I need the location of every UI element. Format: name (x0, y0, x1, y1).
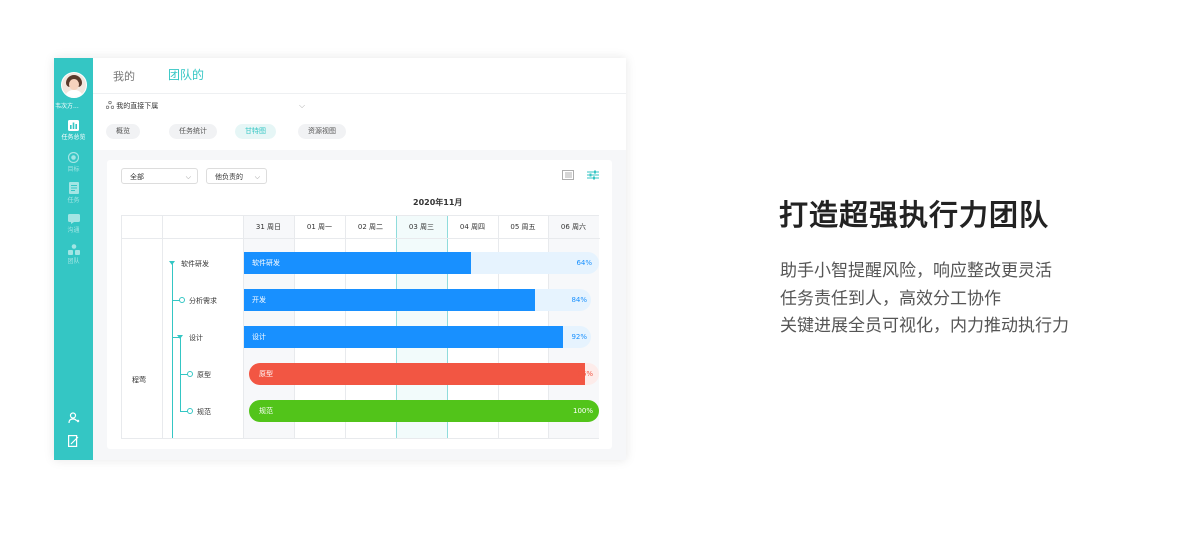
chevron-down-icon: ⌵ (185, 173, 191, 181)
org-icon (105, 100, 115, 109)
day-header: 01 周一 (306, 223, 333, 231)
pill-task-stats[interactable]: 任务统计 (169, 124, 217, 139)
gantt-month: 2020年11月 (413, 198, 463, 207)
user-add-button[interactable] (54, 409, 93, 428)
tab-mine[interactable]: 我的 (113, 68, 135, 84)
sidebar-item-team[interactable]: 团队 (54, 244, 93, 265)
sidebar-item-chat[interactable]: 沟通 (54, 214, 93, 234)
subordinate-select[interactable]: 我的直接下属 ⌵ (105, 100, 305, 111)
task-progress-percent: 96% (577, 370, 593, 378)
task-name[interactable]: 规范 (197, 407, 211, 417)
task-progress-percent: 92% (571, 333, 587, 341)
list-view-icon[interactable] (562, 170, 574, 180)
subordinate-select-value: 我的直接下属 (116, 102, 159, 110)
divider (93, 93, 626, 94)
bar-chart-icon (68, 120, 79, 131)
task-bar[interactable] (249, 363, 585, 385)
description-line: 关键进展全员可视化，内力推动执行力 (780, 316, 1069, 336)
chat-icon (67, 214, 80, 224)
task-progress-percent: 100% (572, 407, 593, 415)
main-content: 我的 团队的 我的直接下属 ⌵ 概览 任务统计 甘特图 资源视图 全部 ⌵ 他负… (93, 58, 626, 460)
avatar[interactable] (61, 72, 87, 98)
role-filter-value: 他负责的 (215, 173, 243, 181)
app-window: 韦次方... 任务总览 目标 任务 沟通 团队 我的 团队的 我的直接下属 ⌵ … (54, 58, 626, 460)
day-header: 05 周五 (510, 223, 536, 231)
task-bar[interactable] (249, 400, 599, 422)
task-name[interactable]: 原型 (197, 370, 211, 380)
task-bar[interactable] (244, 289, 535, 311)
sidebar-item-label: 任务 (67, 197, 80, 204)
task-progress-percent: 64% (576, 259, 592, 267)
task-name[interactable]: 分析需求 (189, 296, 217, 306)
gantt-card: 全部 ⌵ 他负责的 ⌵ 2020年11月 31 周日 01 周一 02 周二 0… (107, 160, 612, 449)
task-progress-percent: 84% (571, 296, 587, 304)
tree-connector (172, 263, 173, 438)
node-dot-icon (179, 297, 185, 303)
headline: 打造超强执行力团队 (779, 198, 1050, 232)
chevron-down-icon: ⌵ (299, 101, 306, 110)
chevron-down-icon: ⌵ (254, 173, 260, 181)
sidebar-item-label: 目标 (67, 166, 80, 173)
pill-resource-view[interactable]: 资源视图 (298, 124, 346, 139)
sidebar-item-task[interactable]: 任务 (54, 182, 93, 204)
day-header: 06 周六 (560, 223, 587, 231)
task-bar-label: 原型 (259, 370, 273, 378)
tab-team[interactable]: 团队的 (168, 66, 204, 83)
pill-overview[interactable]: 概览 (106, 124, 140, 139)
scope-filter[interactable]: 全部 ⌵ (121, 168, 198, 184)
day-header: 03 周三 (408, 223, 435, 231)
task-bar-label: 规范 (259, 407, 273, 415)
day-header: 31 周日 (255, 223, 282, 231)
user-add-icon (67, 412, 79, 424)
day-header: 04 周四 (459, 223, 486, 231)
sidebar-item-label: 团队 (67, 258, 80, 265)
top-panel: 我的 团队的 我的直接下属 ⌵ 概览 任务统计 甘特图 资源视图 (93, 58, 626, 150)
description-line: 助手小智提醒风险，响应整改更灵活 (780, 261, 1052, 281)
task-name[interactable]: 软件研发 (181, 259, 209, 269)
edit-icon (68, 435, 79, 448)
target-icon (68, 152, 79, 163)
pill-gantt[interactable]: 甘特图 (235, 124, 276, 139)
user-name[interactable]: 韦次方... (55, 101, 92, 110)
edit-button[interactable] (54, 432, 93, 451)
day-header: 02 周二 (357, 223, 384, 231)
expand-icon[interactable] (169, 261, 175, 265)
team-icon (67, 244, 80, 255)
task-owner: 程莺 (132, 376, 146, 384)
sidebar: 韦次方... 任务总览 目标 任务 沟通 团队 (54, 58, 93, 460)
sidebar-item-overview[interactable]: 任务总览 (54, 120, 93, 141)
sidebar-item-label: 沟通 (67, 227, 80, 234)
task-bar-label: 软件研发 (252, 259, 280, 267)
gantt-header: 31 周日 01 周一 02 周二 03 周三 04 周四 05 周五 06 周… (122, 216, 600, 239)
task-bar[interactable] (244, 326, 563, 348)
task-bar-label: 设计 (252, 333, 266, 341)
task-name[interactable]: 设计 (189, 333, 203, 343)
sidebar-item-goal[interactable]: 目标 (54, 152, 93, 173)
description-line: 任务责任到人，高效分工协作 (780, 289, 1001, 309)
task-bar-label: 开发 (252, 296, 266, 304)
sidebar-item-label: 任务总览 (61, 134, 86, 141)
gantt-settings-icon[interactable] (587, 170, 599, 180)
document-icon (68, 182, 79, 194)
node-dot-icon (187, 408, 193, 414)
node-dot-icon (187, 371, 193, 377)
gantt-chart: 31 周日 01 周一 02 周二 03 周三 04 周四 05 周五 06 周… (121, 215, 600, 439)
role-filter[interactable]: 他负责的 ⌵ (206, 168, 267, 184)
scope-filter-value: 全部 (130, 173, 144, 181)
